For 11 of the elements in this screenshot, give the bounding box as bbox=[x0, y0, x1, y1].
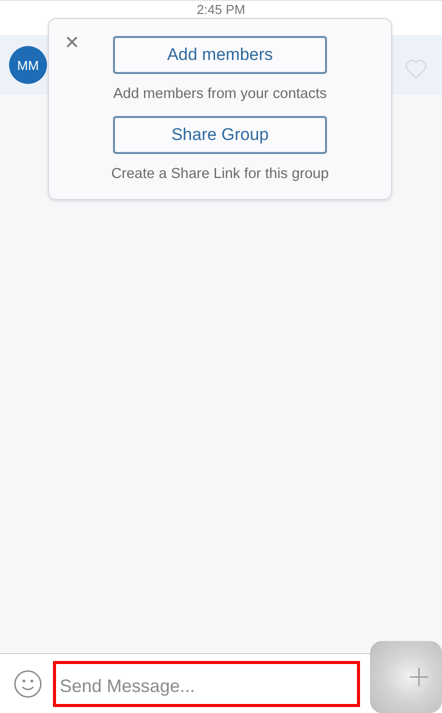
plus-icon bbox=[408, 666, 430, 688]
timestamp: 2:45 PM bbox=[196, 2, 246, 17]
avatar: MM bbox=[9, 46, 47, 84]
emoji-icon[interactable] bbox=[13, 668, 43, 698]
action-description: Create a Share Link for this group bbox=[111, 166, 329, 182]
close-button[interactable]: × bbox=[63, 31, 82, 55]
add-button[interactable] bbox=[370, 640, 442, 712]
action-button[interactable]: Add members bbox=[113, 36, 327, 74]
action-description: Add members from your contacts bbox=[113, 86, 327, 102]
action-button[interactable]: Share Group bbox=[113, 116, 327, 154]
message-input[interactable]: Send Message... bbox=[52, 660, 360, 706]
